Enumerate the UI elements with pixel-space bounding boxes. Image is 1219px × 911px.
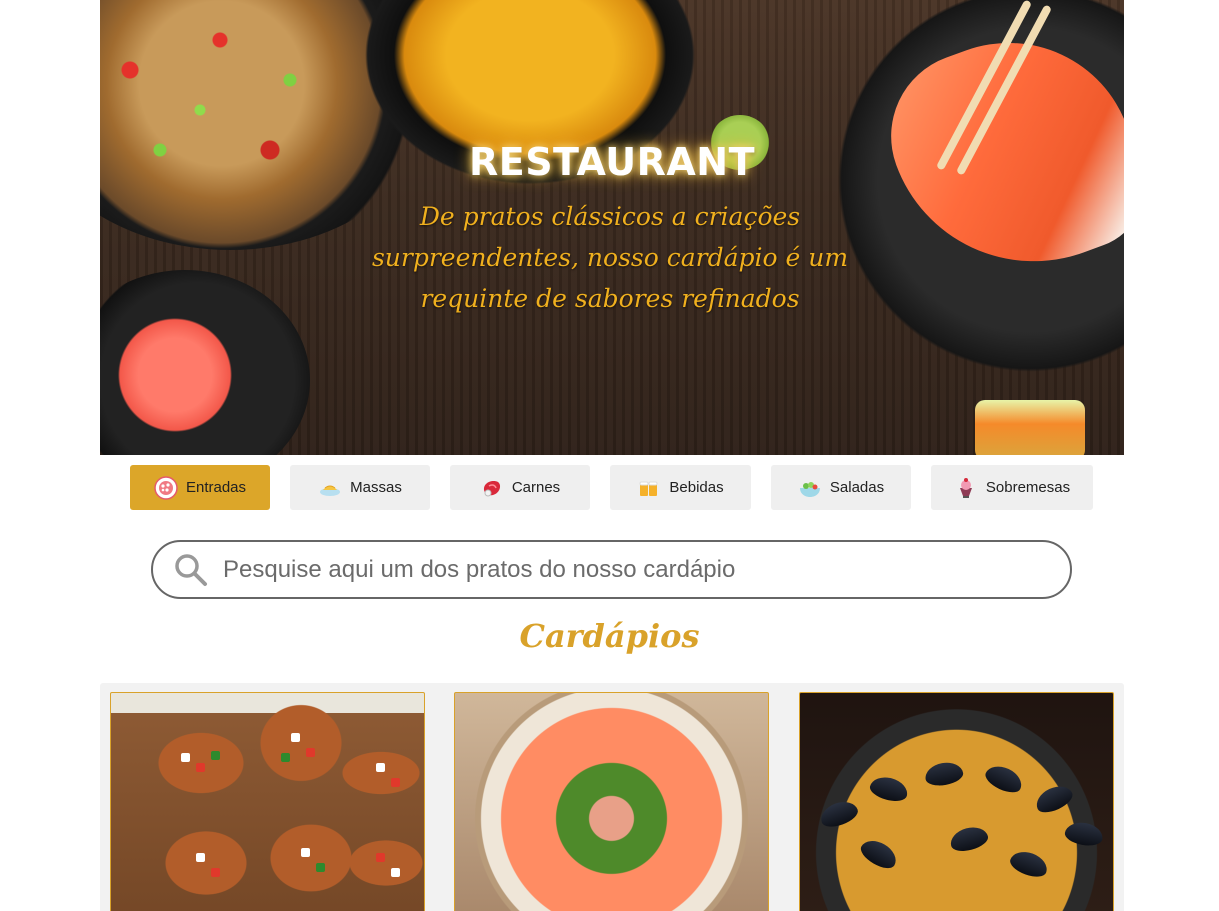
search-icon — [175, 554, 207, 586]
rice-garnish-image — [100, 0, 340, 240]
menu-section-title: Cardápios — [519, 617, 700, 655]
appetizer-icon — [154, 475, 178, 500]
pasta-icon — [318, 476, 342, 500]
tab-entradas[interactable]: Entradas — [130, 465, 270, 510]
salad-icon — [798, 476, 822, 500]
hero-title: RESTAURANT — [468, 140, 756, 184]
hero-banner: RESTAURANT De pratos clássicos a criaçõe… — [100, 0, 1124, 455]
menu-grid — [100, 683, 1124, 911]
tab-label: Entradas — [185, 479, 247, 496]
tab-bebidas[interactable]: Bebidas — [610, 465, 751, 510]
tab-carnes[interactable]: Carnes — [450, 465, 590, 510]
search-input[interactable] — [223, 550, 1043, 590]
search-bar — [151, 540, 1072, 599]
drinks-icon — [637, 476, 661, 500]
pickled-ginger-image — [110, 310, 240, 440]
menu-card-paella[interactable] — [799, 692, 1114, 911]
tab-sobremesas[interactable]: Sobremesas — [931, 465, 1093, 510]
tab-label: Saladas — [829, 479, 885, 496]
dessert-icon — [954, 476, 978, 500]
tofu-image — [975, 400, 1085, 455]
tab-label: Sobremesas — [985, 479, 1071, 496]
hero-subtitle: De pratos clássicos a criações surpreend… — [371, 202, 849, 313]
tab-label: Bebidas — [669, 479, 724, 496]
tab-massas[interactable]: Massas — [290, 465, 430, 510]
menu-card-bruschetta[interactable] — [110, 692, 425, 911]
tab-label: Carnes — [511, 479, 561, 496]
menu-card-salmon-carpaccio[interactable] — [454, 692, 769, 911]
tab-label: Massas — [350, 479, 402, 496]
tab-saladas[interactable]: Saladas — [771, 465, 911, 510]
meat-icon — [480, 476, 504, 500]
